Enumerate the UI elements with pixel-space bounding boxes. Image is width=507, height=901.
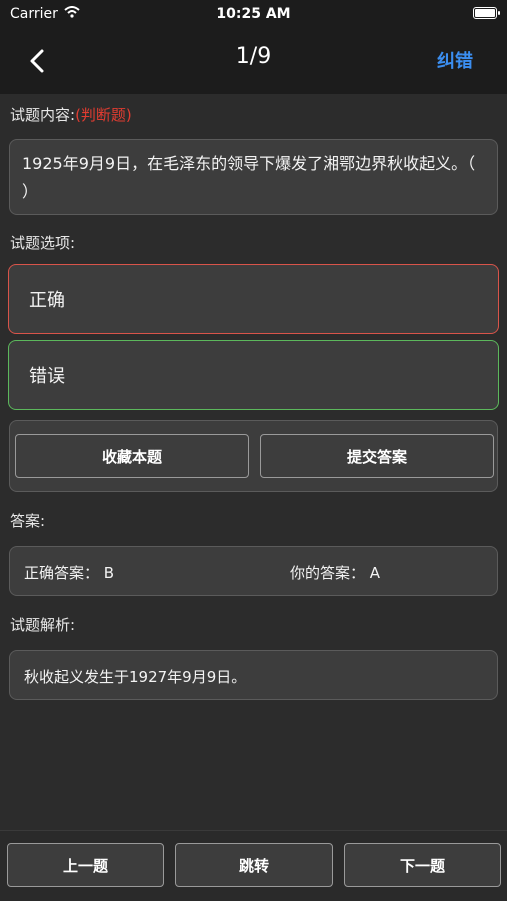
answer-box: 正确答案： B 你的答案： A — [9, 546, 498, 596]
page-title: 1/9 — [235, 44, 272, 69]
option-label: 正确 — [29, 290, 65, 311]
submit-answer-button[interactable]: 提交答案 — [260, 434, 494, 478]
answer-label: 答案: — [10, 512, 46, 530]
action-panel: 收藏本题 提交答案 — [9, 420, 498, 492]
report-error-button[interactable]: 纠错 — [437, 47, 473, 73]
question-label: 试题内容:(判断题) — [10, 104, 132, 125]
next-question-button[interactable]: 下一题 — [344, 843, 501, 887]
jump-button[interactable]: 跳转 — [175, 843, 333, 887]
navigation-bar: 1/9 纠错 — [0, 28, 507, 94]
status-bar: Carrier 10:25 AM — [0, 0, 507, 28]
question-box: 1925年9月9日，在毛泽东的领导下爆发了湘鄂边界秋收起义。（ ） — [9, 139, 498, 215]
analysis-label: 试题解析: — [10, 616, 76, 634]
question-label-text: 试题内容: — [10, 106, 76, 124]
question-type-tag: (判断题) — [75, 106, 132, 124]
options-label: 试题选项: — [10, 234, 76, 252]
option-wrong[interactable]: 错误 — [8, 340, 499, 410]
correct-answer: 正确答案： B — [24, 564, 115, 582]
option-label: 错误 — [29, 366, 65, 387]
prev-question-button[interactable]: 上一题 — [7, 843, 164, 887]
your-answer: 你的答案： A — [290, 564, 381, 582]
option-correct[interactable]: 正确 — [8, 264, 499, 334]
bottom-toolbar: 上一题 跳转 下一题 — [0, 830, 507, 901]
analysis-box: 秋收起义发生于1927年9月9日。 — [9, 650, 498, 700]
status-time: 10:25 AM — [216, 6, 291, 22]
favorite-button[interactable]: 收藏本题 — [15, 434, 249, 478]
battery-icon — [473, 7, 500, 19]
question-text: 1925年9月9日，在毛泽东的领导下爆发了湘鄂边界秋收起义。（ ） — [22, 154, 476, 201]
analysis-text: 秋收起义发生于1927年9月9日。 — [24, 668, 247, 686]
